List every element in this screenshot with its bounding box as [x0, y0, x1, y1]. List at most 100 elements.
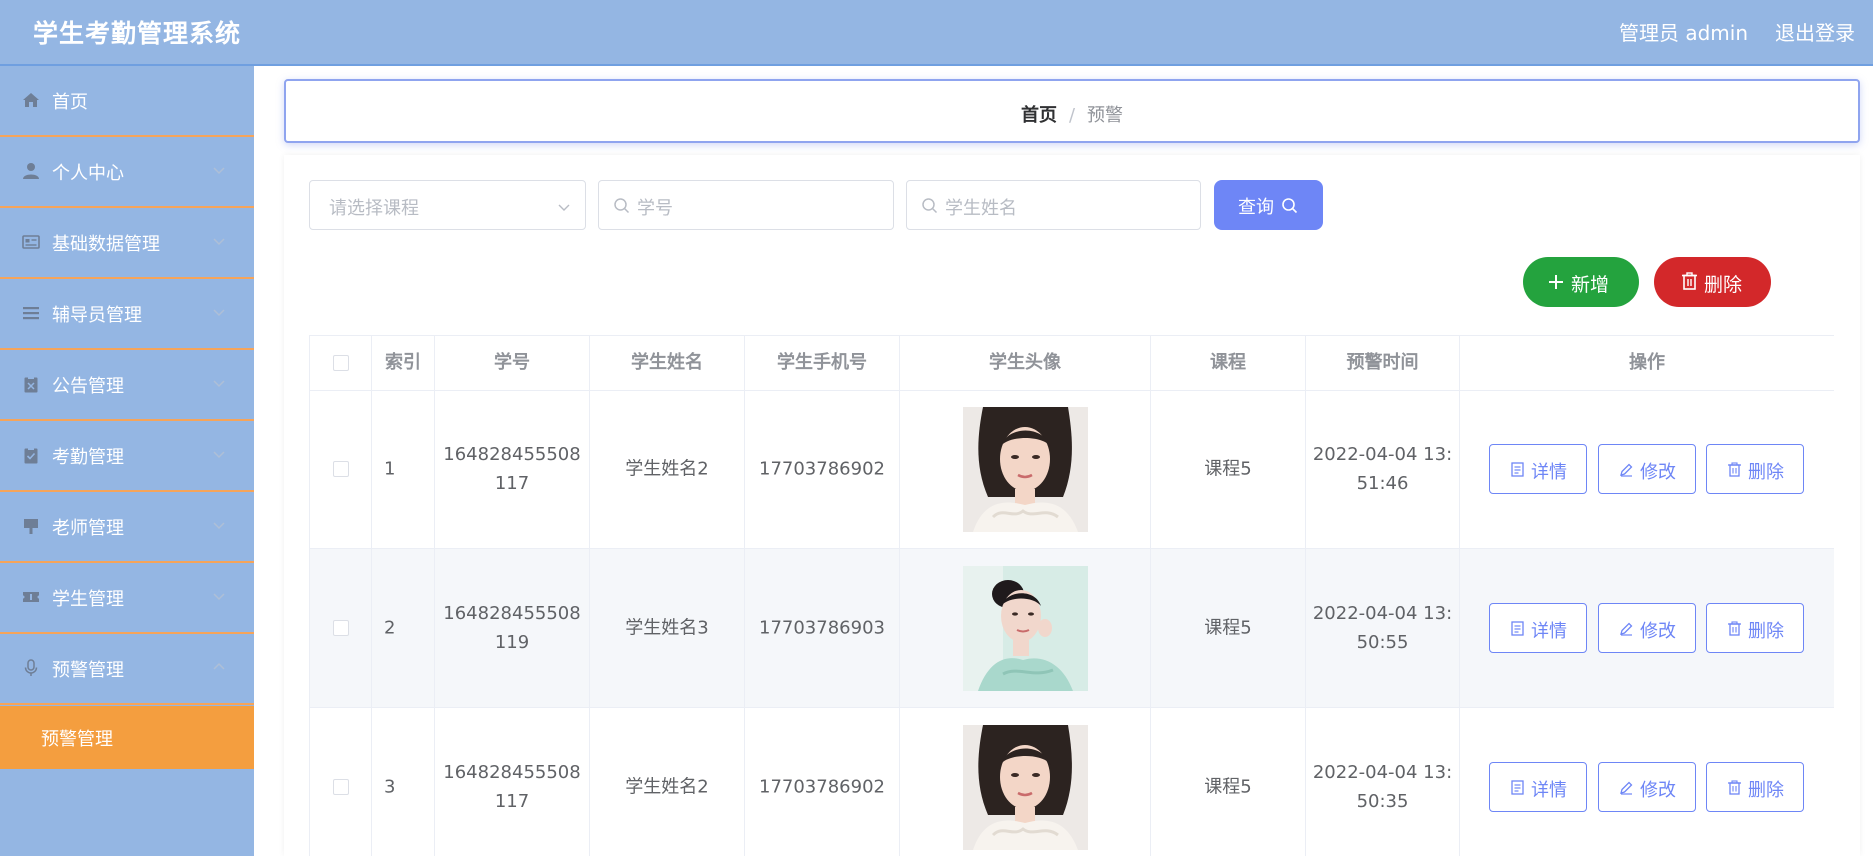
sidebar-item-counselor[interactable]: 辅导员管理 [0, 279, 254, 350]
course-name: 课程5 [1204, 776, 1252, 798]
column-header-index[interactable]: 索引 [372, 336, 435, 391]
document-icon [1510, 462, 1525, 477]
column-header-student-no[interactable]: 学号 [435, 336, 590, 391]
warning-time-cell: 2022-04-04 13: 50:55 [1306, 549, 1460, 708]
row-index: 1 [384, 458, 396, 480]
column-header-student-name[interactable]: 学生姓名 [590, 336, 745, 391]
batch-delete-button-label: 删除 [1704, 274, 1743, 296]
detail-button[interactable]: 详情 [1489, 444, 1587, 494]
student-no-input[interactable]: 学号 [598, 180, 894, 230]
edit-icon [1619, 621, 1634, 636]
student-avatar-image[interactable] [963, 725, 1088, 850]
edit-button-label: 修改 [1640, 780, 1676, 801]
column-header-student-phone[interactable]: 学生手机号 [745, 336, 900, 391]
current-user-label: 管理员 admin [1618, 21, 1748, 45]
delete-button-label: 删除 [1748, 621, 1784, 642]
column-header-avatar[interactable]: 学生头像 [900, 336, 1151, 391]
detail-button[interactable]: 详情 [1489, 762, 1587, 812]
clipboard-check-icon [22, 446, 40, 464]
sidebar-subitem-warning-management[interactable]: 预警管理 [0, 706, 254, 769]
delete-button[interactable]: 删除 [1706, 762, 1804, 812]
student-no-line-1: 164828455508 [443, 762, 581, 783]
sidebar-item-label: 考勤管理 [52, 447, 124, 468]
chevron-down-icon [212, 163, 226, 177]
actions-cell: 详情 修改 删除 [1460, 549, 1834, 708]
sidebar-item-base-data[interactable]: 基础数据管理 [0, 208, 254, 279]
list-icon [22, 304, 40, 322]
table-row: 1 164828455508 117 学生姓名2 17703786902 课程5 … [309, 390, 1834, 549]
edit-button[interactable]: 修改 [1598, 444, 1696, 494]
column-header-actions: 操作 [1460, 336, 1834, 391]
sidebar-item-home[interactable]: 首页 [0, 66, 254, 137]
row-select-cell [310, 708, 372, 856]
column-header-warning-time[interactable]: 预警时间 [1306, 336, 1460, 391]
row-checkbox[interactable] [332, 620, 349, 636]
course-select-placeholder: 请选择课程 [329, 198, 419, 219]
edit-button[interactable]: 修改 [1598, 762, 1696, 812]
edit-button[interactable]: 修改 [1598, 603, 1696, 653]
row-select-cell [310, 549, 372, 708]
chevron-down-icon [212, 518, 226, 532]
sidebar-item-personal-center[interactable]: 个人中心 [0, 137, 254, 208]
student-name-cell: 学生姓名2 [590, 390, 745, 549]
student-no-cell: 164828455508 119 [435, 549, 590, 708]
detail-button[interactable]: 详情 [1489, 603, 1587, 653]
sidebar-item-warning[interactable]: 预警管理 [0, 634, 254, 705]
clipboard-icon [22, 375, 40, 393]
sidebar-item-label: 老师管理 [52, 518, 124, 539]
microphone-icon [22, 659, 40, 677]
edit-icon [1619, 780, 1634, 795]
row-checkbox[interactable] [332, 779, 349, 795]
edit-button-label: 修改 [1640, 462, 1676, 483]
table-row: 2 164828455508 119 学生姓名3 17703786903 课程5 … [309, 549, 1834, 708]
logout-link[interactable]: 退出登录 [1775, 17, 1855, 46]
student-name-cell: 学生姓名3 [590, 549, 745, 708]
chevron-down-icon [212, 234, 226, 248]
delete-button[interactable]: 删除 [1706, 444, 1804, 494]
add-button[interactable]: 新增 [1523, 257, 1639, 307]
course-cell: 课程5 [1151, 708, 1306, 856]
delete-button-label: 删除 [1748, 462, 1784, 483]
sidebar-item-attendance[interactable]: 考勤管理 [0, 421, 254, 492]
student-name: 学生姓名2 [625, 458, 709, 480]
add-button-label: 新增 [1571, 274, 1610, 296]
student-phone-cell: 17703786902 [745, 708, 900, 856]
sidebar-item-label: 个人中心 [52, 163, 124, 184]
sidebar-item-teacher[interactable]: 老师管理 [0, 492, 254, 563]
course-select[interactable]: 请选择课程 [309, 180, 586, 230]
index-cell: 3 [372, 708, 435, 856]
detail-button-label: 详情 [1531, 462, 1567, 483]
detail-button-label: 详情 [1531, 621, 1567, 642]
row-checkbox[interactable] [332, 461, 349, 477]
warning-time-line-1: 2022-04-04 13: [1312, 762, 1453, 783]
plus-icon [1548, 274, 1564, 290]
sidebar-item-label: 预警管理 [52, 660, 124, 681]
student-phone: 17703786903 [759, 617, 885, 639]
sidebar-item-announcement[interactable]: 公告管理 [0, 350, 254, 421]
sidebar-item-student[interactable]: 学生管理 [0, 563, 254, 634]
select-all-checkbox[interactable] [332, 355, 349, 371]
avatar-cell [900, 708, 1151, 856]
warning-time-cell: 2022-04-04 13: 50:35 [1306, 708, 1460, 856]
student-avatar-image[interactable] [963, 566, 1088, 691]
delete-button-label: 删除 [1748, 780, 1784, 801]
breadcrumb-home[interactable]: 首页 [1021, 105, 1057, 126]
chevron-down-icon [212, 447, 226, 461]
chevron-down-icon [212, 589, 226, 603]
column-header-course[interactable]: 课程 [1151, 336, 1306, 391]
query-button[interactable]: 查询 [1214, 180, 1323, 230]
sidebar-item-label: 公告管理 [52, 376, 124, 397]
student-name-input[interactable]: 学生姓名 [906, 180, 1201, 230]
batch-delete-button[interactable]: 删除 [1654, 257, 1771, 307]
table-row: 3 164828455508 117 学生姓名2 17703786902 课程5 … [309, 708, 1834, 856]
trash-icon [1727, 621, 1742, 636]
student-avatar-image[interactable] [963, 407, 1088, 532]
search-icon [613, 197, 630, 214]
chevron-down-icon [212, 305, 226, 319]
breadcrumb-current: 预警 [1087, 105, 1124, 126]
delete-button[interactable]: 删除 [1706, 603, 1804, 653]
student-phone: 17703786902 [759, 776, 885, 798]
student-no-line-1: 164828455508 [443, 444, 581, 465]
sidebar-item-label: 基础数据管理 [52, 234, 160, 255]
warning-time-line-2: 50:35 [1356, 791, 1409, 812]
